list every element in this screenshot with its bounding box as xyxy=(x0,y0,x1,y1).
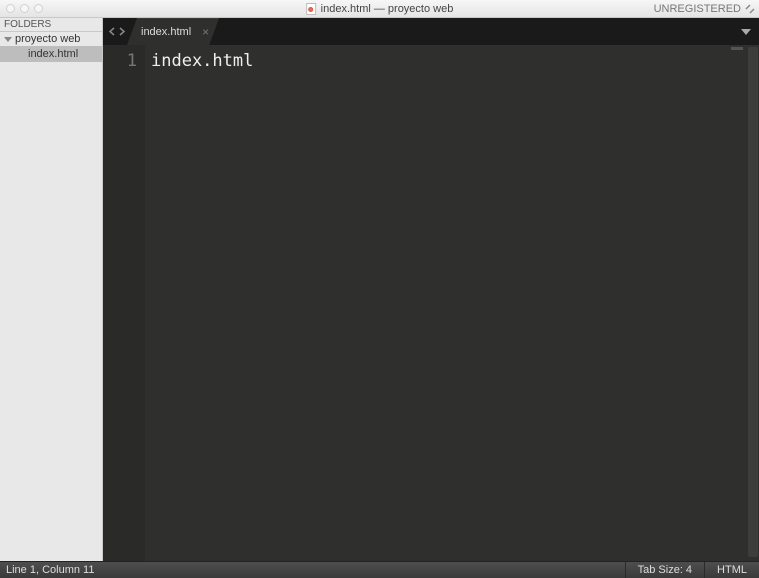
tab-index-html[interactable]: index.html × xyxy=(127,18,219,45)
close-window-button[interactable] xyxy=(6,4,15,13)
tab-label: index.html xyxy=(141,26,191,38)
code-line: index.html xyxy=(151,51,253,71)
scrollbar[interactable] xyxy=(747,45,759,561)
status-tabsize[interactable]: Tab Size: 4 xyxy=(625,562,704,578)
sidebar-file-label: index.html xyxy=(28,48,78,60)
close-icon[interactable]: × xyxy=(202,26,209,38)
nav-back-icon[interactable] xyxy=(109,23,116,41)
sidebar-file[interactable]: index.html xyxy=(0,46,102,62)
window-title-text: index.html — proyecto web xyxy=(321,3,454,15)
document-icon xyxy=(306,3,316,15)
tab-nav xyxy=(103,18,131,45)
unregistered-label: UNREGISTERED xyxy=(654,3,741,15)
minimap-indicator xyxy=(731,47,743,50)
sidebar-folder-label: proyecto web xyxy=(15,33,80,45)
sidebar-folder[interactable]: proyecto web xyxy=(0,32,102,46)
editor-pane: index.html × 1 index.html xyxy=(103,18,759,561)
status-bar: Line 1, Column 11 Tab Size: 4 HTML xyxy=(0,561,759,578)
chevron-down-icon xyxy=(4,37,12,42)
code-area[interactable]: index.html xyxy=(145,45,747,561)
tab-overflow[interactable] xyxy=(741,18,759,45)
main-area: FOLDERS proyecto web index.html index.ht… xyxy=(0,18,759,561)
status-syntax[interactable]: HTML xyxy=(704,562,759,578)
fullscreen-icon[interactable] xyxy=(745,4,755,14)
sidebar: FOLDERS proyecto web index.html xyxy=(0,18,103,561)
nav-forward-icon[interactable] xyxy=(118,23,125,41)
scrollbar-thumb[interactable] xyxy=(748,47,758,557)
sidebar-header: FOLDERS xyxy=(0,18,102,32)
zoom-window-button[interactable] xyxy=(34,4,43,13)
editor-body[interactable]: 1 index.html xyxy=(103,45,759,561)
window-title: index.html — proyecto web xyxy=(306,3,454,15)
gutter: 1 xyxy=(103,45,145,561)
window-controls xyxy=(0,4,43,13)
titlebar: index.html — proyecto web UNREGISTERED xyxy=(0,0,759,18)
tab-bar: index.html × xyxy=(103,18,759,45)
line-number: 1 xyxy=(103,49,137,73)
status-position[interactable]: Line 1, Column 11 xyxy=(0,564,100,576)
minimize-window-button[interactable] xyxy=(20,4,29,13)
chevron-down-icon xyxy=(741,29,751,35)
